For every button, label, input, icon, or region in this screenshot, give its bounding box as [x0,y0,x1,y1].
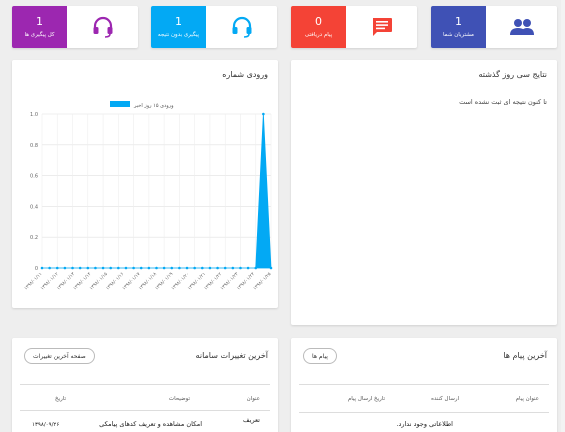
changes-card: آخرین تغییرات سامانه صفحه آخرین تغییرات … [12,338,278,432]
stat-value-box: 0 پیام دریافتی [291,6,346,48]
changes-title: آخرین تغییرات سامانه [195,351,268,360]
stat-value: 1 [36,14,43,28]
divider [20,384,270,385]
divider [299,412,549,413]
data-point [101,266,105,270]
data-point [55,266,59,270]
data-point [223,266,227,270]
stat-value: 1 [455,14,462,28]
data-point [117,266,120,270]
stat-card-unresolved[interactable]: 1 پیگیری بدون نتیجه [151,6,277,48]
y-tick-label: 0 [35,266,38,272]
results-empty-text: تا کنون نتیجه ای ثبت نشده است [459,98,547,106]
headset-icon-box [67,6,138,48]
data-point [185,266,189,270]
scrollbar[interactable] [561,0,565,432]
messages-button[interactable]: پیام ها [303,348,337,364]
data-point [239,266,242,270]
chart-card: ورودی شماره ورودی ۱۵ روز اخیر 1.0 0.8 0.6 0.… [12,60,278,308]
stat-label: پیگیری بدون نتیجه [157,31,200,38]
data-point [124,266,128,270]
change-row-title: تعریف [242,416,260,424]
data-point [71,266,74,270]
data-point [48,266,51,270]
y-tick-label: 1.0 [30,112,38,118]
changes-button[interactable]: صفحه آخرین تغییرات [24,348,95,364]
stat-value-box: 1 پیگیری بدون نتیجه [151,6,206,48]
data-point [94,266,97,270]
data-point [246,266,250,270]
x-tick-label: ۱۳۹۸/۰۱/۲۵ [252,271,273,292]
data-point [132,266,135,270]
data-point [254,266,258,270]
col-header: تاریخ [55,396,66,402]
y-tick-label: 0.2 [30,235,38,241]
change-row-desc: امکان مشاهده و تعریف کدهای پیامکی [99,420,202,428]
stat-value-box: 1 کل پیگیری ها [12,6,67,48]
data-point [208,266,212,270]
col-header: ارسال کننده [431,396,459,402]
headset-icon [93,16,112,38]
col-header: تاریخ ارسال پیام [347,396,385,402]
legend-label: ورودی ۱۵ روز اخیر [133,103,174,109]
data-point [139,266,143,270]
data-point [231,266,235,270]
divider [20,410,270,411]
headset-icon-box [206,6,277,48]
col-header: عنوان [246,396,260,402]
stat-label: مشتریان شما [443,31,475,38]
stat-value: 1 [175,14,182,28]
stat-label: کل پیگیری ها [24,31,55,38]
message-icon-box [346,6,417,48]
data-point [40,266,44,270]
y-tick-label: 0.8 [30,143,38,149]
users-icon [509,19,534,35]
results-title: نتایج سی روز گذشته [478,70,547,79]
data-point [63,266,67,270]
data-point [170,266,174,270]
messages-card: آخرین پیام ها پیام ها عنوان پیام ارسال ک… [291,338,557,432]
messages-title: آخرین پیام ها [503,351,547,360]
messages-empty-text: اطلاعاتی وجود ندارد. [396,420,453,428]
data-point [201,266,204,270]
data-point [78,266,82,270]
stat-label: پیام دریافتی [304,31,333,38]
legend-swatch [110,101,130,107]
data-point [193,266,196,270]
results-card: نتایج سی روز گذشته تا کنون نتیجه ای ثبت … [291,60,557,325]
headset-icon [232,16,251,38]
data-point [155,266,158,270]
series-area [42,113,272,269]
data-point [178,266,181,270]
col-header: عنوان پیام [515,396,539,402]
data-point [162,266,166,270]
data-point [216,266,219,270]
data-point [269,266,273,270]
stat-value: 0 [315,14,322,28]
stat-card-followups[interactable]: 1 کل پیگیری ها [12,6,138,48]
users-icon-box [486,6,557,48]
change-row-date: ۱۳۹۸/۰۹/۲۶ [32,422,60,428]
col-header: توضیحات [168,396,190,402]
chart-svg: ورودی ۱۵ روز اخیر 1.0 0.8 0.6 0.4 0.2 0 ۱۳۹۸/۰۱… [23,101,273,292]
stat-card-customers[interactable]: 1 مشتریان شما [431,6,557,48]
data-point [262,112,265,116]
data-point [147,266,151,270]
data-point [109,266,112,270]
y-tick-label: 0.4 [30,204,38,210]
divider [299,384,549,385]
message-icon [372,18,392,36]
data-point [86,266,90,270]
stat-value-box: 1 مشتریان شما [431,6,486,48]
y-tick-label: 0.6 [30,174,38,180]
stat-card-messages[interactable]: 0 پیام دریافتی [291,6,417,48]
